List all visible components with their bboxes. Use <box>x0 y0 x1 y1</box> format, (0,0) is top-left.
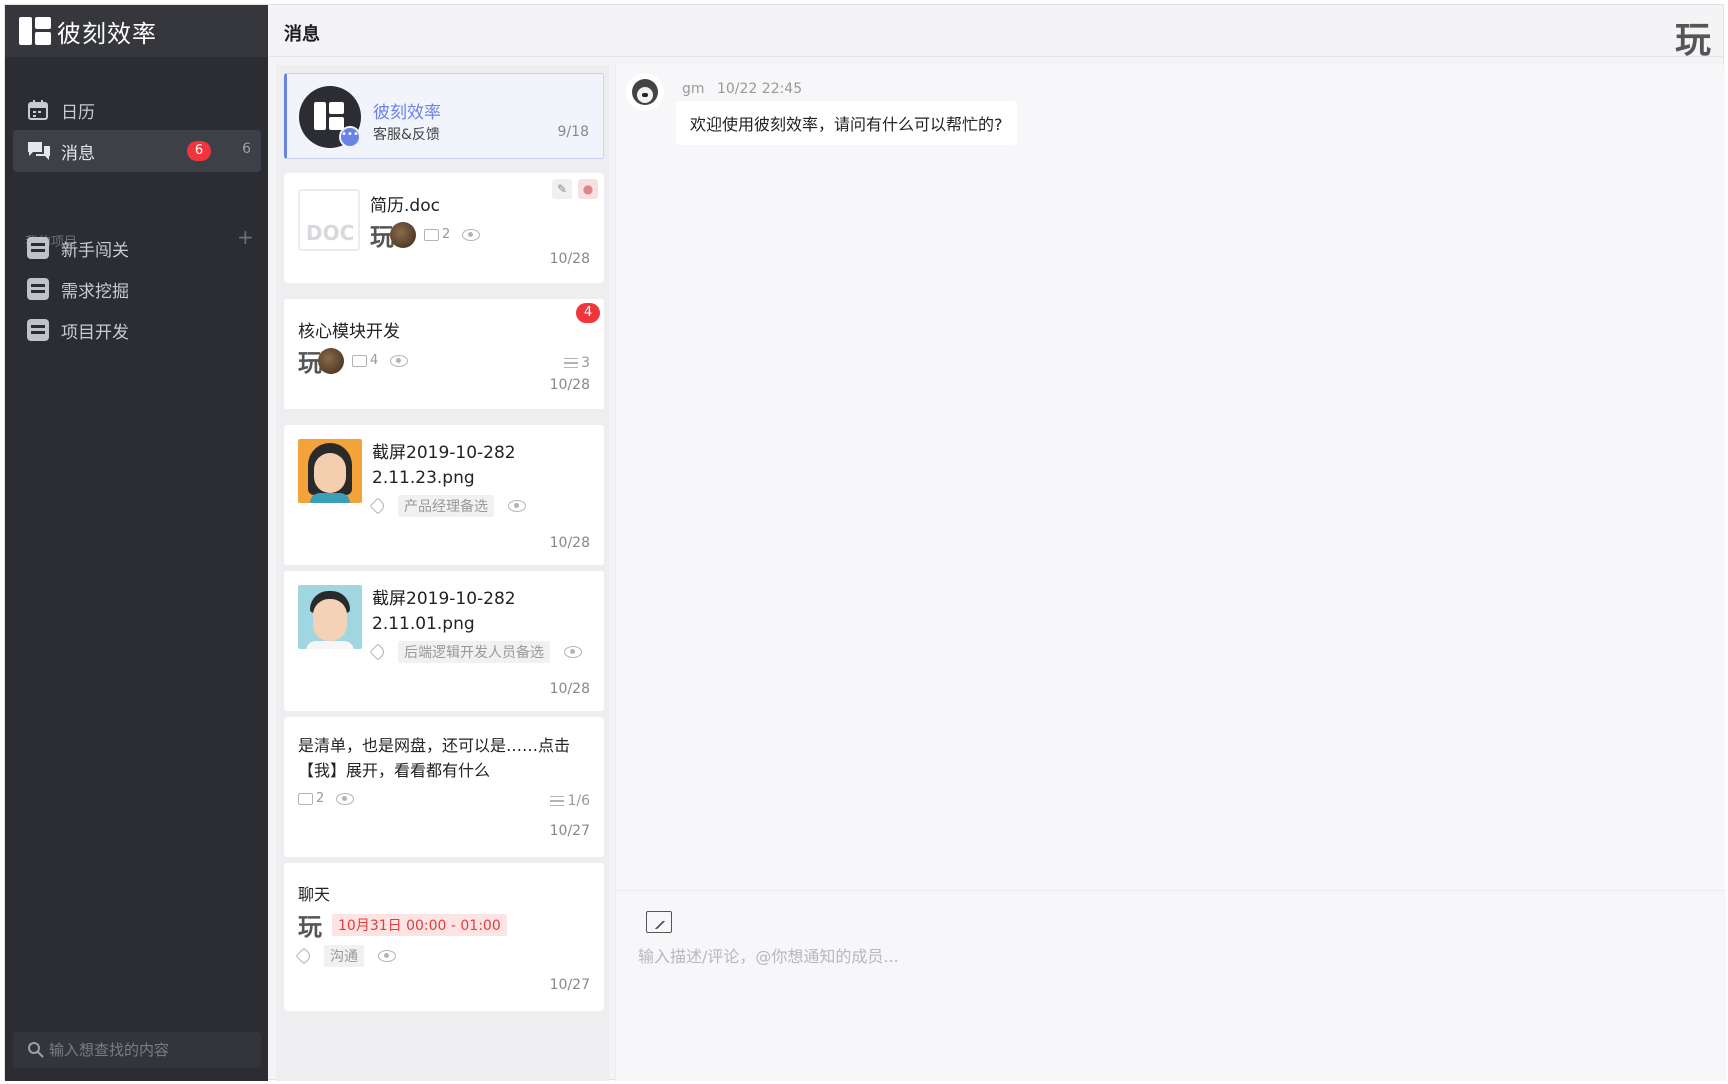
comment-icon <box>424 228 439 241</box>
message-item-resume-doc[interactable]: DOC ✎ ● 简历.doc 玩 2 10/28 <box>284 173 604 283</box>
message-subtitle: 客服&反馈 <box>373 127 440 143</box>
eye-icon <box>462 228 481 241</box>
chat-bubbles-icon <box>27 140 50 162</box>
sidebar-item-label: 新手闯关 <box>61 240 129 261</box>
unread-badge: 4 <box>576 303 600 323</box>
edit-icon[interactable]: ✎ <box>552 179 572 199</box>
message-item-screenshot-2[interactable]: 截屏2019-10-2822.11.01.png 后端逻辑开发人员备选 10/2… <box>284 571 604 711</box>
app-window: 彼刻效率 日历 消息 6 6 我的项目 + 新手闯关 需求挖掘 项目开发 输入想… <box>4 4 1726 1081</box>
brand-avatar: ••• <box>299 86 361 148</box>
tag-icon <box>369 497 387 515</box>
sidebar-item-messages[interactable]: 消息 6 6 <box>13 130 261 172</box>
eye-icon <box>564 646 582 658</box>
page-title: 消息 <box>284 24 320 45</box>
doc-file-icon: DOC <box>298 189 360 251</box>
project-icon <box>27 237 49 259</box>
message-composer <box>616 890 1726 1081</box>
message-item-support[interactable]: ••• 彼刻效率 客服&反馈 9/18 <box>284 73 604 159</box>
message-title: 截屏2019-10-2822.11.23.png <box>372 443 516 488</box>
message-date: 10/28 <box>549 251 590 267</box>
user-logo-avatar[interactable]: 玩 <box>1675 11 1711 63</box>
brand-logo-icon <box>19 17 51 45</box>
sidebar-search <box>13 1032 261 1068</box>
sidebar-item-project-1[interactable]: 新手闯关 <box>13 227 261 269</box>
sender-name: gm <box>682 81 705 97</box>
tag-label: 后端逻辑开发人员备选 <box>398 641 550 663</box>
subtask-list-icon <box>564 358 579 368</box>
chat-meta: gm 10/22 22:45 <box>682 81 802 97</box>
message-item-core-module[interactable]: 4 核心模块开发 玩 4 3 10/28 <box>284 299 604 409</box>
message-title: 是清单，也是网盘，还可以是……点击【我】展开，看看都有什么 <box>298 736 571 780</box>
subtask-count: 3 <box>581 355 590 371</box>
message-date: 10/27 <box>549 977 590 993</box>
dog-avatar <box>318 347 344 374</box>
message-list: ••• 彼刻效率 客服&反馈 9/18 DOC ✎ ● 简历.doc 玩 2 1… <box>276 65 609 1081</box>
sidebar-item-calendar[interactable]: 日历 <box>13 89 261 131</box>
message-date: 10/27 <box>549 823 590 839</box>
sidebar-item-project-2[interactable]: 需求挖掘 <box>13 268 261 310</box>
search-icon <box>28 1042 44 1058</box>
comment-icon <box>298 792 313 805</box>
message-title: 聊天 <box>298 885 331 904</box>
sidebar-item-label: 需求挖掘 <box>61 281 129 302</box>
top-header: 消息 玩 <box>268 5 1723 61</box>
man-avatar <box>298 585 362 649</box>
chat-dots-icon: ••• <box>339 126 361 148</box>
comment-count: 2 <box>316 791 325 806</box>
woman-avatar <box>298 439 362 503</box>
pin-icon[interactable]: ● <box>578 179 598 199</box>
sidebar-item-label: 项目开发 <box>61 322 129 343</box>
message-item-screenshot-1[interactable]: 截屏2019-10-2822.11.23.png 产品经理备选 10/28 <box>284 425 604 565</box>
comment-count: 4 <box>370 353 379 368</box>
subtask-count: 1/6 <box>567 793 590 809</box>
subtask-list-icon <box>550 796 565 806</box>
message-timestamp: 10/22 22:45 <box>716 81 803 97</box>
message-title: 简历.doc <box>370 196 440 216</box>
comment-icon <box>352 354 367 367</box>
message-item-intro[interactable]: 是清单，也是网盘，还可以是……点击【我】展开，看看都有什么 2 1/6 10/2… <box>284 717 604 857</box>
chat-panel: gm 10/22 22:45 欢迎使用彼刻效率，请问有什么可以帮忙的? <box>615 65 1726 1081</box>
project-icon <box>27 319 49 341</box>
play-logo-avatar: 玩 <box>298 912 322 941</box>
tag-icon <box>369 643 387 661</box>
message-title: 核心模块开发 <box>298 322 400 342</box>
unread-badge: 6 <box>187 141 211 161</box>
chat-message-bubble: 欢迎使用彼刻效率，请问有什么可以帮忙的? <box>676 101 1017 145</box>
message-date: 9/18 <box>557 124 589 140</box>
message-item-chat[interactable]: 聊天 玩 10月31日 00:00 - 01:00 沟通 10/27 <box>284 863 604 1011</box>
image-upload-icon[interactable] <box>646 911 672 933</box>
dog-avatar <box>390 221 416 248</box>
brand-header: 彼刻效率 <box>5 5 268 57</box>
message-count: 6 <box>242 141 251 157</box>
message-date: 10/28 <box>549 535 590 551</box>
sidebar-item-label: 日历 <box>61 102 95 123</box>
tag-label: 沟通 <box>324 945 364 967</box>
message-title: 彼刻效率 <box>373 103 441 123</box>
sidebar-item-project-3[interactable]: 项目开发 <box>13 309 261 351</box>
eye-icon <box>378 950 396 962</box>
brand-name: 彼刻效率 <box>57 19 157 48</box>
tag-icon <box>295 947 313 965</box>
message-date: 10/28 <box>549 681 590 697</box>
message-date: 10/28 <box>549 377 590 393</box>
sidebar-item-label: 消息 <box>61 143 95 164</box>
event-time-range: 10月31日 00:00 - 01:00 <box>332 913 507 936</box>
husky-avatar <box>626 73 664 111</box>
comment-count: 2 <box>442 227 451 242</box>
comment-input[interactable] <box>638 943 1678 1063</box>
sidebar: 彼刻效率 日历 消息 6 6 我的项目 + 新手闯关 需求挖掘 项目开发 输入想… <box>5 5 268 1081</box>
eye-icon <box>508 500 526 512</box>
project-icon <box>27 278 49 300</box>
search-input[interactable] <box>49 1041 249 1059</box>
eye-icon <box>336 792 355 805</box>
message-title: 截屏2019-10-2822.11.01.png <box>372 589 516 634</box>
calendar-icon <box>27 99 49 121</box>
eye-icon <box>390 354 409 367</box>
tag-label: 产品经理备选 <box>398 495 494 517</box>
